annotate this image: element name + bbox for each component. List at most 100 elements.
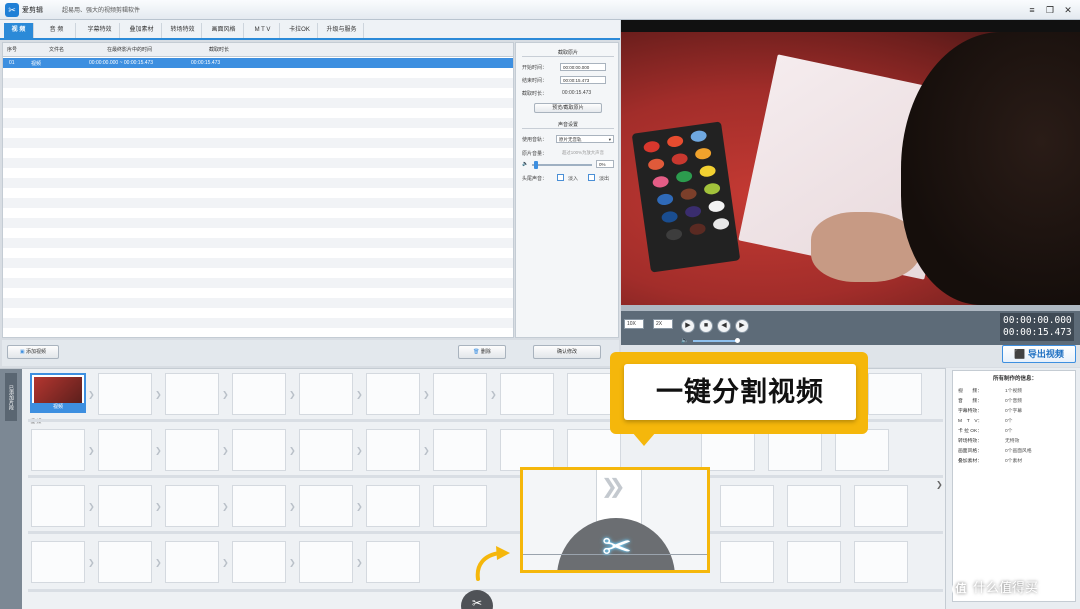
volume-slider-handle[interactable] <box>534 161 538 169</box>
table-row[interactable]: 01 视频 00:00:00.000 ~ 00:00:15.473 00:00:… <box>3 58 513 68</box>
confirm-edit-button[interactable]: 确认修改 <box>533 345 601 359</box>
next-frame-icon[interactable]: ▶ <box>735 319 749 333</box>
timeline-clip[interactable]: 视频 <box>30 373 86 413</box>
empty-slot[interactable] <box>567 429 621 471</box>
export-label: 导出视频 <box>1027 349 1064 359</box>
empty-slot[interactable] <box>701 429 755 471</box>
stop-icon[interactable]: ■ <box>699 319 713 333</box>
empty-slot[interactable] <box>299 541 353 583</box>
empty-slot[interactable] <box>366 429 420 471</box>
empty-slot[interactable] <box>299 429 353 471</box>
empty-slot[interactable] <box>98 541 152 583</box>
video-frame <box>621 32 1080 305</box>
restore-icon[interactable]: ❐ <box>1044 4 1056 16</box>
empty-slot[interactable] <box>500 373 554 415</box>
tab-subtitle-effects[interactable]: 字幕特效 <box>80 23 120 38</box>
empty-slot[interactable] <box>720 541 774 583</box>
end-time-field[interactable]: 00:00:15.473 <box>560 76 606 84</box>
added-clips-tab[interactable]: 已添加片段 <box>5 373 17 421</box>
row-time: 00:00:00.000 ~ 00:00:15.473 <box>89 60 154 66</box>
empty-slot[interactable] <box>835 429 889 471</box>
empty-slot[interactable] <box>500 429 554 471</box>
chevron-right-icon: ❯ <box>88 390 95 399</box>
info-value: 无特效 <box>1005 439 1020 444</box>
empty-slot[interactable] <box>165 485 219 527</box>
player-volume-handle[interactable] <box>735 338 740 343</box>
empty-slot[interactable] <box>433 373 487 415</box>
empty-slot[interactable] <box>366 541 420 583</box>
title-bar: ✂ 爱剪辑 超易用、强大的视频剪辑软件 ≡ ❐ ✕ <box>0 0 1080 20</box>
empty-slot[interactable] <box>768 429 822 471</box>
empty-slot[interactable] <box>232 485 286 527</box>
info-key: 转场特效： <box>958 439 982 444</box>
audio-track-select[interactable]: 原片无音轨 ▾ <box>556 135 614 143</box>
empty-slot[interactable] <box>98 485 152 527</box>
speed-field-a[interactable]: 10X <box>624 319 644 329</box>
empty-slot[interactable] <box>854 485 908 527</box>
empty-slot[interactable] <box>31 429 85 471</box>
empty-slot[interactable] <box>232 373 286 415</box>
tab-upgrade-service[interactable]: 升级与服务 <box>320 23 364 38</box>
collapse-panel-icon[interactable]: ❯ <box>936 481 944 489</box>
project-info-box: 所有制作的信息： 视 频： 1个视频 音 频： 0个音频 字幕特效： 0个字幕 … <box>952 370 1076 602</box>
seek-bar[interactable] <box>621 305 1080 311</box>
chevron-right-icon: ❯ <box>88 558 95 567</box>
volume-slider[interactable] <box>532 161 592 169</box>
empty-slot[interactable] <box>433 429 487 471</box>
scissors-icon[interactable]: ✂ <box>597 524 637 570</box>
empty-slot[interactable] <box>98 429 152 471</box>
empty-slot[interactable] <box>299 485 353 527</box>
empty-slot[interactable] <box>366 485 420 527</box>
clip-name: 视频 <box>32 403 84 411</box>
empty-slot[interactable] <box>720 485 774 527</box>
empty-slot[interactable] <box>232 541 286 583</box>
empty-slot[interactable] <box>98 373 152 415</box>
start-time-field[interactable]: 00:00:00.000 <box>560 63 606 71</box>
prev-frame-icon[interactable]: ◀ <box>717 319 731 333</box>
tab-karaoke[interactable]: 卡拉OK <box>282 23 318 38</box>
empty-slot[interactable] <box>854 541 908 583</box>
volume-value-field[interactable]: 0% <box>596 160 614 168</box>
row-separator <box>28 475 943 478</box>
empty-slot[interactable] <box>787 485 841 527</box>
delete-button[interactable]: 🗑 删除 <box>458 345 506 359</box>
paint-dot <box>656 192 674 206</box>
export-video-button[interactable]: ⬛ 导出视频 <box>1002 345 1076 363</box>
menu-icon[interactable]: ≡ <box>1026 4 1038 16</box>
row-duration: 00:00:15.473 <box>191 60 221 66</box>
empty-slot[interactable] <box>433 485 487 527</box>
player-volume-slider[interactable] <box>693 338 740 343</box>
add-video-button[interactable]: ▣ 添加视频 <box>7 345 59 359</box>
audio-section-title: 声音设置 <box>522 121 614 129</box>
chevron-right-icon: ❯ <box>289 390 296 399</box>
tab-mtv[interactable]: M T V <box>246 23 280 38</box>
empty-slot[interactable] <box>31 541 85 583</box>
speed-field-b[interactable]: 2X <box>653 319 673 329</box>
empty-slot[interactable] <box>232 429 286 471</box>
empty-slot[interactable] <box>366 373 420 415</box>
tab-audio[interactable]: 音 频 <box>38 23 76 38</box>
empty-slot[interactable] <box>31 485 85 527</box>
empty-slot[interactable] <box>165 541 219 583</box>
empty-slot[interactable] <box>165 429 219 471</box>
empty-slot[interactable] <box>787 541 841 583</box>
tab-overlay-assets[interactable]: 叠加素材 <box>122 23 162 38</box>
preview-cut-button[interactable]: 预览/截取原片 <box>534 103 602 113</box>
tab-transitions[interactable]: 转场特效 <box>164 23 202 38</box>
empty-row <box>3 278 513 288</box>
tab-video[interactable]: 视 频 <box>4 23 34 38</box>
empty-slot[interactable] <box>165 373 219 415</box>
play-icon[interactable]: ▶ <box>681 319 695 333</box>
empty-slot[interactable] <box>868 373 922 415</box>
video-preview[interactable] <box>621 20 1080 305</box>
chevron-right-icon: ❯ <box>289 502 296 511</box>
empty-slot[interactable] <box>299 373 353 415</box>
fade-out-checkbox[interactable] <box>588 174 595 181</box>
tab-picture-style[interactable]: 画面风格 <box>204 23 244 38</box>
fade-in-checkbox[interactable] <box>557 174 564 181</box>
close-icon[interactable]: ✕ <box>1062 4 1074 16</box>
empty-row <box>3 158 513 168</box>
chevron-right-icon: ❯ <box>356 558 363 567</box>
chevron-right-icon: ❯ <box>222 502 229 511</box>
speaker-icon: 🔈 <box>681 338 689 344</box>
